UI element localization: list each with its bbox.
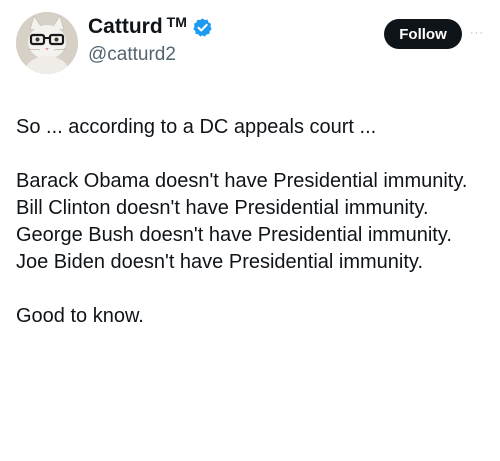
cat-avatar-icon xyxy=(16,12,78,74)
tweet-closing: Good to know. xyxy=(16,305,144,327)
tweet-intro: So ... according to a DC appeals court .… xyxy=(16,116,377,138)
display-name[interactable]: Catturd xyxy=(88,15,163,39)
user-handle[interactable]: @catturd2 xyxy=(88,44,213,66)
more-options-icon[interactable]: ··· xyxy=(470,25,490,41)
tweet-header: Catturd TM @catturd2 Follow ··· xyxy=(0,0,500,90)
follow-button[interactable]: Follow xyxy=(384,19,462,49)
user-names: Catturd TM @catturd2 xyxy=(88,14,213,66)
trademark-mark: TM xyxy=(166,14,187,30)
tweet-line: Bill Clinton doesn't have Presidential i… xyxy=(16,197,429,219)
tweet-line: Barack Obama doesn't have Presidential i… xyxy=(16,170,468,192)
display-name-row: Catturd TM xyxy=(88,14,213,40)
tweet-text: So ... according to a DC appeals court .… xyxy=(16,114,494,330)
tweet-line: Joe Biden doesn't have Presidential immu… xyxy=(16,251,424,273)
tweet-line: George Bush doesn't have Presidential im… xyxy=(16,224,452,246)
avatar[interactable] xyxy=(16,12,78,74)
verified-badge-icon xyxy=(192,17,213,38)
